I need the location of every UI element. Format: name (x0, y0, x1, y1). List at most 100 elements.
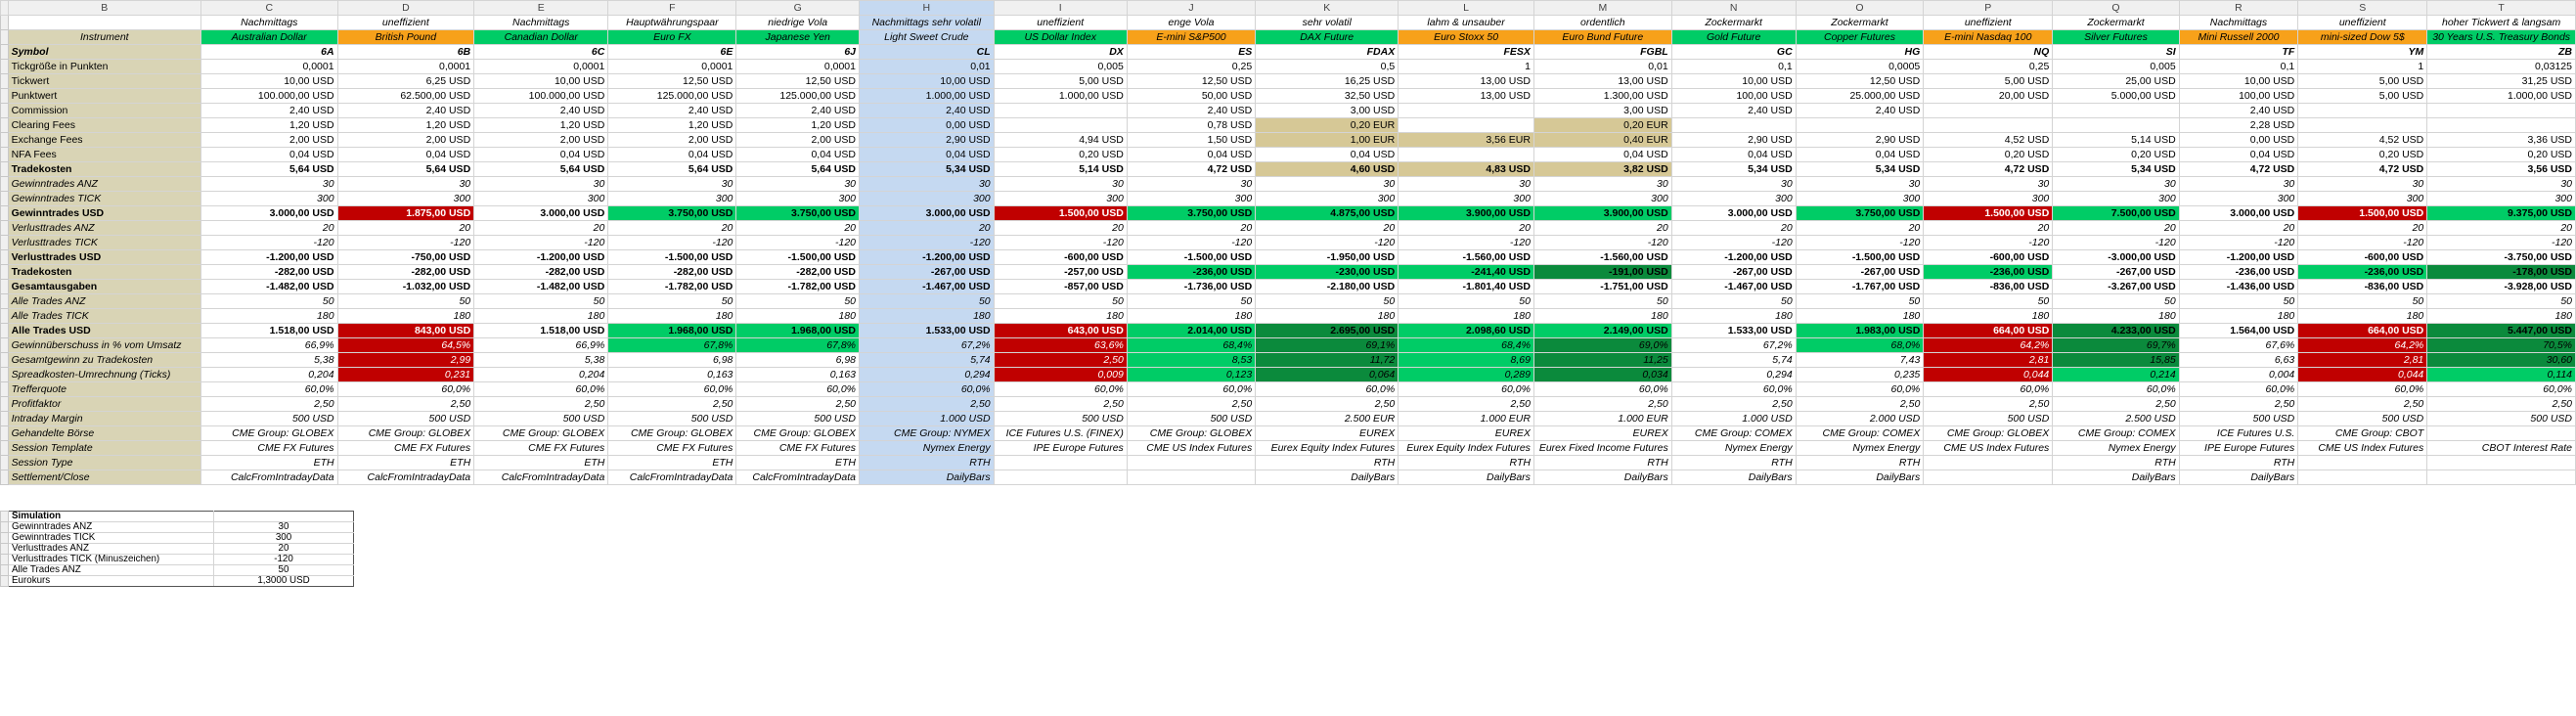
data-cell[interactable]: RTH (2178, 455, 2299, 470)
data-cell[interactable]: 60,0% (2052, 381, 2180, 397)
data-cell[interactable]: 2,50 (2178, 396, 2299, 412)
data-cell[interactable]: CalcFromIntradayData (473, 470, 609, 485)
description-cell[interactable]: uneffizient (993, 15, 1128, 30)
data-cell[interactable]: 7.500,00 USD (2052, 205, 2180, 221)
data-cell[interactable]: 8,53 (1126, 352, 1257, 368)
simulation-value[interactable]: 300 (213, 532, 354, 544)
data-cell[interactable]: -230,00 USD (1255, 264, 1399, 280)
data-cell[interactable]: 6,98 (607, 352, 737, 368)
data-cell[interactable]: 0,20 USD (2052, 147, 2180, 162)
data-cell[interactable]: 2,50 (2297, 396, 2428, 412)
column-header-H[interactable]: H (859, 0, 995, 16)
data-cell[interactable]: 0,04 USD (1670, 147, 1797, 162)
data-cell[interactable]: -120 (2297, 235, 2428, 250)
data-cell[interactable]: 15,85 (2052, 352, 2180, 368)
data-cell[interactable]: 4,60 USD (1255, 161, 1399, 177)
data-cell[interactable]: 60,0% (1923, 381, 2054, 397)
data-cell[interactable]: 300 (607, 191, 737, 206)
data-cell[interactable]: -1.467,00 USD (1670, 279, 1797, 294)
data-cell[interactable]: 300 (859, 191, 995, 206)
row-header[interactable] (0, 279, 9, 294)
data-cell[interactable] (2297, 117, 2428, 133)
data-cell[interactable]: -1.032,00 USD (336, 279, 475, 294)
data-cell[interactable]: 3,82 USD (1532, 161, 1672, 177)
data-cell[interactable]: CME FX Futures (473, 440, 609, 456)
description-cell[interactable]: uneffizient (1923, 15, 2054, 30)
row-label[interactable]: Tickgröße in Punkten (7, 59, 201, 74)
data-cell[interactable] (993, 470, 1128, 485)
row-label[interactable]: NFA Fees (7, 147, 201, 162)
data-cell[interactable]: -120 (859, 235, 995, 250)
data-cell[interactable]: 2,50 (1795, 396, 1925, 412)
data-cell[interactable]: 63,6% (993, 337, 1128, 353)
row-header[interactable] (0, 88, 9, 104)
data-cell[interactable]: 2.014,00 USD (1126, 323, 1257, 338)
data-cell[interactable]: 0,04 USD (607, 147, 737, 162)
data-cell[interactable]: -1.500,00 USD (607, 249, 737, 265)
data-cell[interactable]: EUREX (1398, 425, 1534, 441)
data-cell[interactable]: ETH (336, 455, 475, 470)
data-cell[interactable]: 30 (2178, 176, 2299, 192)
column-header-L[interactable]: L (1398, 0, 1534, 16)
data-cell[interactable] (1923, 103, 2054, 118)
data-cell[interactable]: -120 (607, 235, 737, 250)
data-cell[interactable]: 10,00 USD (2178, 73, 2299, 89)
data-cell[interactable]: 0,005 (2052, 59, 2180, 74)
data-cell[interactable]: 300 (2426, 191, 2576, 206)
row-label[interactable]: Gewinntrades USD (7, 205, 201, 221)
data-cell[interactable]: 2,50 (2426, 396, 2576, 412)
data-cell[interactable]: 0,044 (2297, 367, 2428, 382)
data-cell[interactable]: 30 (859, 176, 995, 192)
row-header[interactable] (0, 381, 9, 397)
row-header[interactable] (0, 15, 9, 30)
data-cell[interactable]: 0,00 USD (859, 117, 995, 133)
data-cell[interactable]: 3.900,00 USD (1398, 205, 1534, 221)
row-header[interactable] (0, 103, 9, 118)
description-cell[interactable]: lahm & unsauber (1398, 15, 1534, 30)
data-cell[interactable]: -120 (336, 235, 475, 250)
data-cell[interactable]: 20 (1670, 220, 1797, 236)
data-cell[interactable]: 50 (1795, 293, 1925, 309)
description-cell[interactable]: Nachmittags sehr volatil (859, 15, 995, 30)
data-cell[interactable]: CME FX Futures (336, 440, 475, 456)
column-header-E[interactable]: E (473, 0, 609, 16)
data-cell[interactable]: -600,00 USD (1923, 249, 2054, 265)
data-cell[interactable]: 0,0001 (473, 59, 609, 74)
data-cell[interactable]: 0,294 (859, 367, 995, 382)
data-cell[interactable]: -120 (735, 235, 860, 250)
data-cell[interactable] (2297, 103, 2428, 118)
data-cell[interactable]: -178,00 USD (2426, 264, 2576, 280)
row-label[interactable]: Spreadkosten-Umrechnung (Ticks) (7, 367, 201, 382)
data-cell[interactable]: 30 (200, 176, 338, 192)
data-cell[interactable]: 2,50 (993, 352, 1128, 368)
simulation-title[interactable]: Simulation (8, 511, 214, 522)
data-cell[interactable]: 0,04 USD (1126, 147, 1257, 162)
data-cell[interactable]: 30 (1670, 176, 1797, 192)
data-cell[interactable]: SI (2052, 44, 2180, 60)
data-cell[interactable]: 66,9% (200, 337, 338, 353)
data-cell[interactable]: 4.875,00 USD (1255, 205, 1399, 221)
data-cell[interactable]: 1.564,00 USD (2178, 323, 2299, 338)
data-cell[interactable]: 30 (2297, 176, 2428, 192)
data-cell[interactable]: RTH (1255, 455, 1399, 470)
data-cell[interactable]: -750,00 USD (336, 249, 475, 265)
data-cell[interactable] (1398, 103, 1534, 118)
data-cell[interactable]: 2,99 (336, 352, 475, 368)
data-cell[interactable] (2426, 103, 2576, 118)
data-cell[interactable]: 0,294 (1670, 367, 1797, 382)
data-cell[interactable]: 30 (2052, 176, 2180, 192)
column-header-T[interactable]: T (2426, 0, 2576, 16)
row-header[interactable] (0, 205, 9, 221)
data-cell[interactable]: 180 (200, 308, 338, 324)
data-cell[interactable]: CME Group: GLOBEX (607, 425, 737, 441)
data-cell[interactable]: -1.436,00 USD (2178, 279, 2299, 294)
instrument-cell[interactable]: Silver Futures (2052, 29, 2180, 45)
data-cell[interactable]: 1,00 EUR (1255, 132, 1399, 148)
data-cell[interactable]: 69,7% (2052, 337, 2180, 353)
simulation-value[interactable] (213, 511, 354, 522)
data-cell[interactable]: 6A (200, 44, 338, 60)
data-cell[interactable]: -120 (200, 235, 338, 250)
data-cell[interactable]: FDAX (1255, 44, 1399, 60)
data-cell[interactable]: 20 (200, 220, 338, 236)
data-cell[interactable]: 10,00 USD (1670, 73, 1797, 89)
